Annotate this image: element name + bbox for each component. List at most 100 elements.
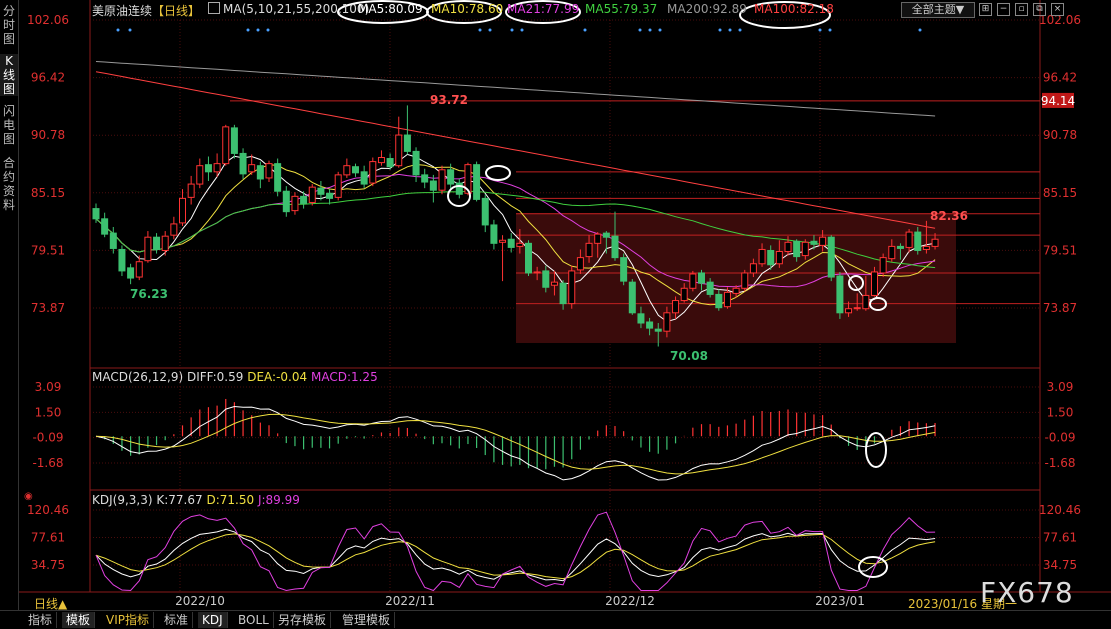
tab-tick-chart[interactable]: 闪电图 [0,104,18,146]
macd-tick-right: 3.09 [1047,380,1074,394]
signal-dot [738,28,742,32]
candle [412,150,420,176]
window-icon[interactable]: ▫ [1015,3,1028,16]
candle [187,183,195,198]
macd-title: MACD(26,12,9) [92,370,184,384]
candle [827,236,835,278]
candle [646,321,654,329]
price-tick-right: 90.78 [1043,128,1077,142]
macd-tick-right: 1.50 [1047,405,1074,419]
candle [698,272,705,284]
candle [594,233,602,244]
chart-canvas[interactable]: 102.06 102.0696.42 96.4290.78 90.7885.15 85.… [0,0,1111,628]
candle [334,174,342,198]
price-tick-left: 90.78 [31,128,65,142]
signal-dot [128,28,132,32]
candle [343,165,351,176]
candle [421,174,429,183]
close-icon[interactable]: × [1051,3,1064,16]
instrument-title: 美原油连续 [92,4,153,18]
signal-dot [583,28,587,32]
tab-vip-indicator[interactable]: VIP指标 [102,612,154,628]
candle [654,328,662,332]
minus-icon[interactable]: − [997,3,1010,16]
restore-icon[interactable]: ⧉ [1033,3,1046,16]
tab-kdj[interactable]: KDJ [198,612,228,628]
candle [429,180,437,191]
target-icon[interactable]: ◉ [24,491,33,502]
candle [308,186,316,203]
candle [153,236,161,250]
date-label: 2022/12 [605,594,655,608]
candle [896,245,904,249]
date-label: 2023/01 [815,594,865,608]
candle [620,257,628,282]
signal-dot [256,28,260,32]
kdj-tick-right: 34.75 [1043,558,1077,572]
candle [663,312,671,332]
candle [179,197,186,224]
tab-timeshare[interactable]: 分时图 [0,4,18,46]
tab-kline[interactable]: K线图 [0,54,18,96]
watermark-logo: FX678 [980,576,1074,609]
tab-boll[interactable]: BOLL [234,612,274,628]
candle [161,235,169,251]
macd-diff: DIFF:0.59 [186,370,244,384]
signal-dot [520,28,524,32]
tab-standard[interactable]: 标准 [160,612,194,628]
candle [542,270,550,288]
candle [499,239,507,243]
ma-params: MA(5,10,21,55,200,100) [208,2,369,16]
candle [369,161,377,184]
annotation-low-mid: 70.08 [670,349,708,363]
price-tick-left: 73.87 [31,301,65,315]
kdj-title: KDJ(9,3,3) [92,493,153,507]
candle [576,257,584,271]
candle [758,248,766,265]
candle [871,271,878,296]
candle [602,232,610,238]
ma200-line [95,61,936,117]
price-tick-left: 85.15 [31,186,65,200]
signal-dot [828,28,832,32]
tab-contract-info[interactable]: 合约资料 [0,156,18,212]
signal-dot [510,28,514,32]
candle [533,271,541,274]
candle [810,240,818,245]
candle [706,281,714,295]
grid-icon[interactable]: ⊞ [979,3,992,16]
price-tick-left: 96.42 [31,71,65,85]
candle [775,251,783,265]
kdj-tick-left: 34.75 [31,558,65,572]
candle [403,134,411,152]
candle [256,165,264,180]
kdj-tick-left: 77.61 [31,530,65,544]
theme-select[interactable]: 全部主题▼ [901,2,975,18]
tab-manage-template[interactable]: 管理模板 [338,612,396,628]
date-label: 2022/10 [175,594,225,608]
ma-settings-icon[interactable] [208,2,220,14]
kdj-j: J:89.99 [257,493,300,507]
price-tick-right: 73.87 [1043,301,1077,315]
left-tab-bar: 分时图 K线图 闪电图 合约资料 [0,0,19,610]
price-tick-left: 79.51 [31,243,65,257]
tab-indicator[interactable]: 指标 [24,612,58,628]
kdj-k-line [95,528,936,582]
candle [213,163,221,173]
ma10-value: MA10:78.60 [431,2,504,16]
highlight-oval [485,165,511,181]
candle [819,236,827,246]
price-tick-left: 102.06 [27,13,69,27]
signal-dot [116,28,120,32]
candle [550,281,558,286]
candle [507,238,515,248]
signal-dot [478,28,482,32]
annotation-last-high: 82.36 [930,209,968,223]
tab-template[interactable]: 模板 [62,612,96,628]
tab-save-template[interactable]: 另存模板 [274,612,332,628]
candle [914,231,922,251]
macd-dea: DEA:-0.04 [247,370,308,384]
signal-dot [718,28,722,32]
macd-tick-right: -1.68 [1044,456,1075,470]
candle [628,281,636,314]
